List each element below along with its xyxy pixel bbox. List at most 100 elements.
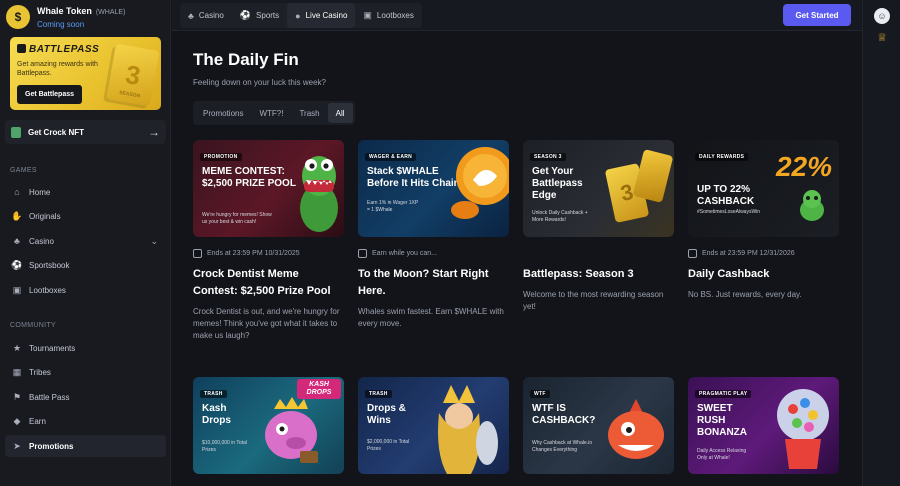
sidebar-item-casino[interactable]: ♣ Casino ⌄ (5, 230, 166, 252)
card-tag: WTF (530, 390, 550, 398)
card-image[interactable]: TRASH Drops & Wins $2,000,000 in Total P… (358, 377, 509, 474)
sidebar-item-label: Lootboxes (29, 285, 66, 295)
sidebar-item-tribes[interactable]: ▦ Tribes (5, 361, 166, 383)
battlepass-description: Get amazing rewards with Battlepass. (17, 61, 98, 77)
originals-icon: ✋ (11, 210, 23, 221)
sportsbook-icon: ⚽ (11, 259, 23, 270)
card-title[interactable]: Daily Cashback (688, 266, 839, 283)
tab-sports[interactable]: ⚽ Sports (232, 3, 287, 28)
filter-all[interactable]: All (327, 103, 353, 123)
card-image[interactable]: WAGER & EARN Stack $WHALE Before It Hits… (358, 140, 509, 237)
top-bar: ♣ Casino ⚽ Sports ● Live Casino ▣ Lootboxes … (172, 0, 862, 31)
sidebar-item-label: Home (29, 187, 51, 197)
tab-live-casino[interactable]: ● Live Casino (287, 3, 356, 28)
card-headline: MEME CONTEST: $2,500 PRIZE POOL (202, 166, 296, 189)
battlepass-promo-card[interactable]: BATTLEPASS Get amazing rewards with Batt… (10, 37, 161, 110)
kash-drops-character-image (265, 397, 318, 463)
sidebar-item-originals[interactable]: ✋ Originals (5, 205, 166, 227)
crocodile-mascot-image (300, 156, 338, 232)
card-image[interactable]: SEASON 3 Get Your Battlepass Edge Unlock… (523, 140, 674, 237)
card-title[interactable]: To the Moon? Start Right Here. (358, 266, 509, 300)
card-description: Crock Dentist is out, and we're hungry f… (193, 307, 340, 340)
games-section-label: GAMES (10, 167, 37, 174)
card-title[interactable]: Crock Dentist Meme Contest: $2,500 Prize… (193, 266, 344, 300)
card-image[interactable]: TRASH Kash Drops $10,000,000 in Total Pr… (193, 377, 344, 474)
sidebar-item-lootboxes[interactable]: ▣ Lootboxes (5, 279, 166, 301)
battlepass-icon (17, 44, 26, 53)
card-headline: Get Your Battlepass Edge (532, 166, 583, 201)
battlepass-ticket-image (632, 149, 674, 203)
sidebar-item-home[interactable]: ⌂ Home (5, 181, 166, 203)
tab-label: Casino (198, 11, 224, 20)
gumball-machine-image (777, 389, 829, 469)
sidebar-item-earn[interactable]: ◆ Earn (5, 410, 166, 432)
whale-coin-icon: $ (6, 5, 30, 29)
brand-name: Whale Token (37, 5, 92, 16)
app-root: $ Whale Token (WHALE) Coming soon BATTLEP… (0, 0, 900, 486)
tab-lootboxes[interactable]: ▣ Lootboxes (355, 3, 421, 28)
card-small-text: Why Cashback at Whale.io Changes Everyth… (532, 440, 593, 453)
card-image[interactable]: WTF WTF IS CASHBACK? Why Cashback at Wha… (523, 377, 674, 474)
get-started-button[interactable]: Get Started (783, 4, 851, 26)
card-image[interactable]: PROMOTION MEME CONTEST: $2,500 PRIZE POO… (193, 140, 344, 237)
card-tag: DAILY REWARDS (695, 153, 749, 161)
sidebar-item-battle-pass[interactable]: ⚑ Battle Pass (5, 386, 166, 408)
page-title: The Daily Fin (193, 50, 299, 69)
filter-promotions[interactable]: Promotions (195, 103, 251, 123)
home-icon: ⌂ (14, 187, 20, 197)
avatar-icon[interactable]: ☺ (874, 8, 890, 24)
dragon-mascot-image (800, 190, 824, 221)
promo-card[interactable]: SEASON 3 Get Your Battlepass Edge Unlock… (523, 140, 674, 313)
card-tag: WAGER & EARN (365, 153, 417, 161)
chevron-down-icon[interactable]: ⌄ (150, 236, 158, 247)
casino-icon: ♣ (14, 236, 20, 246)
card-meta: Earn while you can... (372, 250, 437, 257)
sidebar-item-sportsbook[interactable]: ⚽ Sportsbook (5, 254, 166, 276)
tab-label: Sports (256, 11, 280, 20)
shark-mascot-image (608, 399, 664, 459)
arrow-right-icon: → (148, 125, 160, 139)
promo-card[interactable]: TRASH Kash Drops $10,000,000 in Total Pr… (193, 377, 344, 474)
trophy-icon[interactable]: ♕ (874, 29, 890, 45)
promo-card[interactable]: TRASH Drops & Wins $2,000,000 in Total P… (358, 377, 509, 474)
sidebar-item-promotions[interactable]: ➤ Promotions (5, 435, 166, 457)
promo-card[interactable]: PROMOTION MEME CONTEST: $2,500 PRIZE POO… (193, 140, 344, 342)
sidebar-item-label: Earn (29, 416, 46, 426)
sidebar-item-label: Originals (29, 211, 61, 221)
get-battlepass-button[interactable]: Get Battlepass (17, 85, 83, 104)
card-tag: TRASH (200, 390, 227, 398)
cashback-percent-graphic: 22% (775, 151, 832, 182)
brand[interactable]: $ Whale Token (WHALE) Coming soon (6, 3, 125, 31)
card-description: No BS. Just rewards, every day. (688, 290, 802, 299)
filter-trash[interactable]: Trash (291, 103, 327, 123)
sidebar-item-label: Tribes (29, 367, 51, 377)
tab-label: Live Casino (305, 11, 348, 20)
nft-icon (11, 126, 21, 138)
get-crock-nft-button[interactable]: Get Crock NFT → (5, 120, 166, 144)
sidebar-item-tournaments[interactable]: ★ Tournaments (5, 337, 166, 359)
battle-pass-icon: ⚑ (12, 391, 22, 402)
lootbox-icon: ▣ (363, 10, 372, 20)
promo-card[interactable]: DAILY REWARDS UP TO 22% CASHBACK #Someti… (688, 140, 839, 301)
tab-label: Lootboxes (376, 11, 414, 20)
filter-wtf[interactable]: WTF?! (251, 103, 291, 123)
tab-casino[interactable]: ♣ Casino (180, 3, 232, 28)
card-headline: Kash Drops (202, 403, 231, 426)
promo-card[interactable]: WAGER & EARN Stack $WHALE Before It Hits… (358, 140, 509, 330)
card-image[interactable]: PRAGMATIC PLAY SWEET RUSH BONANZA Daily … (688, 377, 839, 474)
card-description: Whales swim fastest. Earn $WHALE with ev… (358, 307, 504, 328)
community-section-label: COMMUNITY (10, 322, 56, 329)
trophy-icon: ★ (12, 342, 22, 353)
live-casino-icon: ● (295, 10, 301, 21)
sidebar: $ Whale Token (WHALE) Coming soon BATTLEP… (0, 0, 171, 486)
promo-card[interactable]: WTF WTF IS CASHBACK? Why Cashback at Wha… (523, 377, 674, 474)
right-rail: ☺ ♕ (862, 0, 900, 486)
card-small-text: #SometimesLoseAlwaysWin (697, 209, 761, 215)
card-image[interactable]: DAILY REWARDS UP TO 22% CASHBACK #Someti… (688, 140, 839, 237)
card-small-text: $10,000,000 in Total Prizes (202, 440, 247, 453)
card-headline: SWEET RUSH BONANZA (697, 403, 747, 438)
card-title[interactable]: Battlepass: Season 3 (523, 266, 674, 283)
promo-card[interactable]: PRAGMATIC PLAY SWEET RUSH BONANZA Daily … (688, 377, 839, 474)
brand-ticker: (WHALE) (95, 8, 126, 16)
sidebar-item-label: Battle Pass (29, 392, 70, 402)
